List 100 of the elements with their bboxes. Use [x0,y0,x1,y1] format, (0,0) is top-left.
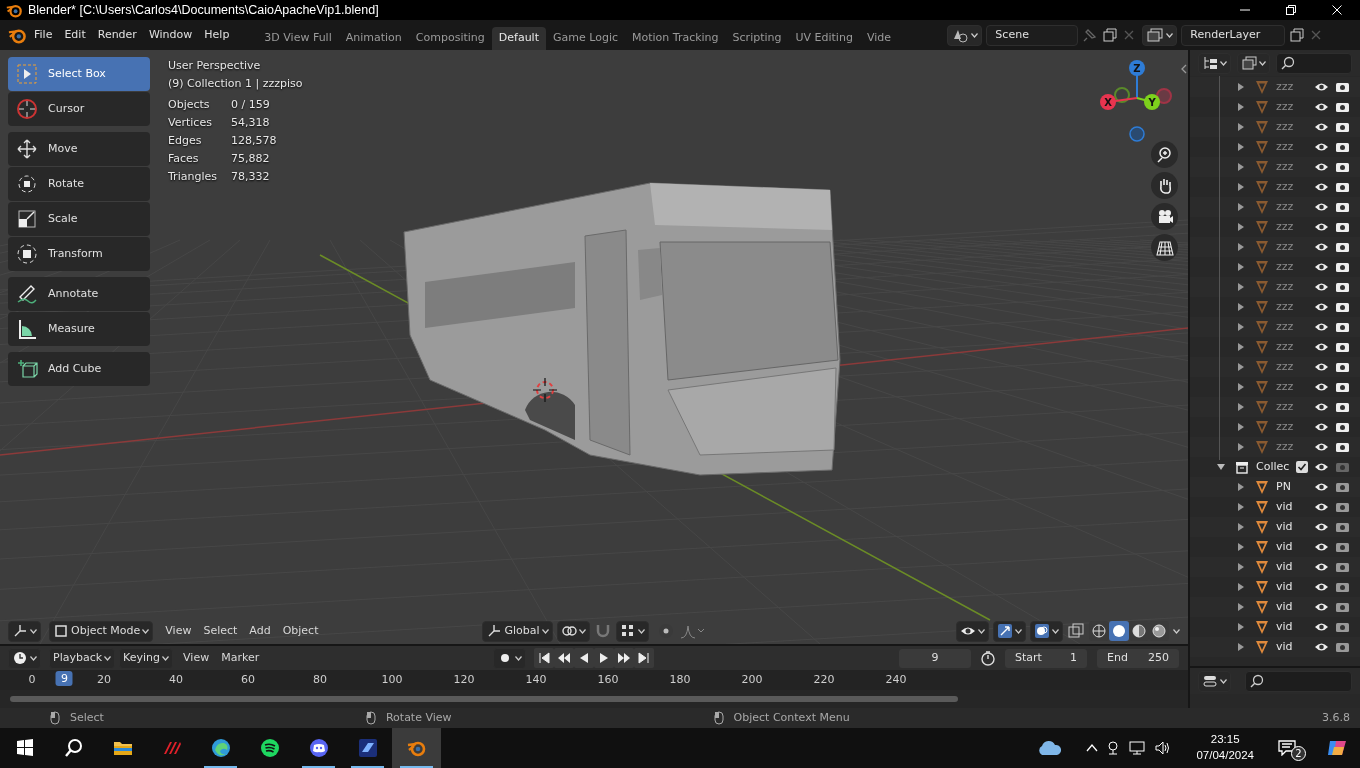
disclosure-triangle-icon[interactable] [1236,622,1246,632]
negative-axis-icon[interactable] [1114,87,1130,103]
camera-icon[interactable] [1335,241,1350,253]
eye-icon[interactable] [1314,81,1329,93]
menu-item[interactable]: Marker [215,649,266,667]
clock[interactable]: 23:15 07/04/2024 [1196,732,1254,764]
workspace-tab[interactable]: 3D View Full [257,27,339,50]
disclosure-triangle-icon[interactable] [1236,402,1246,412]
workspace-tab[interactable]: Compositing [408,27,492,50]
camera-icon[interactable] [1335,101,1350,113]
jump-start-button[interactable] [534,648,555,668]
eye-icon[interactable] [1314,461,1329,473]
zoom-button[interactable] [1151,141,1178,168]
outliner-item-name[interactable]: PN [1276,480,1291,494]
search-field[interactable] [1245,670,1352,692]
view-layer-field[interactable]: RenderLayer [1181,24,1286,46]
outliner-item-name[interactable]: zzz [1276,420,1294,434]
outliner-item-name[interactable]: zzz [1276,140,1294,154]
outliner-item-name[interactable]: zzz [1276,120,1294,134]
tool-button[interactable]: Cursor [8,92,150,126]
outliner-item-name[interactable]: zzz [1276,300,1294,314]
disclosure-triangle-icon[interactable] [1236,502,1246,512]
menu-item[interactable]: View [177,649,216,667]
gizmo-dropdown[interactable] [993,620,1026,642]
tool-button[interactable]: Annotate [8,277,150,311]
camera-icon[interactable] [1335,261,1350,273]
eye-icon[interactable] [1314,581,1329,593]
camera-icon[interactable] [1335,421,1350,433]
outliner-item-name[interactable]: vid [1276,500,1293,514]
end-frame-field[interactable]: End 250 [1096,647,1180,669]
outliner-item-name[interactable]: zzz [1276,240,1294,254]
chevron-up-icon[interactable] [1086,743,1099,753]
layers-dropdown[interactable] [1142,24,1178,46]
tool-button[interactable]: Select Box [8,57,150,91]
camera-icon[interactable] [1335,441,1350,453]
disclosure-triangle-icon[interactable] [1236,282,1246,292]
cloud-icon[interactable] [1036,739,1063,757]
eye-icon[interactable] [1314,481,1329,493]
disclosure-triangle-icon[interactable] [1236,142,1246,152]
disclosure-triangle-icon[interactable] [1236,542,1246,552]
eye-icon[interactable] [1314,161,1329,173]
network-icon[interactable] [1128,740,1147,756]
scene-dropdown[interactable] [947,24,983,46]
collapse-icon[interactable] [1180,64,1188,74]
menu-item[interactable]: Add [243,622,277,640]
eye-icon[interactable] [1314,201,1329,213]
camera-icon[interactable] [1335,301,1350,313]
outliner-item-name[interactable]: zzz [1276,200,1294,214]
duplicate-icon[interactable] [1289,27,1306,43]
outliner-item-name[interactable]: vid [1276,560,1293,574]
eye-icon[interactable] [1314,121,1329,133]
outliner-item-name[interactable]: zzz [1276,440,1294,454]
outliner-item-name[interactable]: vid [1276,600,1293,614]
orientation-dropdown[interactable]: Global [482,620,553,642]
eye-icon[interactable] [1314,601,1329,613]
outliner-item-name[interactable]: zzz [1276,220,1294,234]
eye-icon[interactable] [1314,361,1329,373]
tool-button[interactable]: Move [8,132,150,166]
camera-icon[interactable] [1335,621,1350,633]
timeline-scrollbar[interactable] [10,696,958,702]
disclosure-triangle-icon[interactable] [1236,562,1246,572]
negative-axis-icon[interactable] [1129,126,1145,142]
bus-model-drawing[interactable] [403,182,841,476]
start-frame-field[interactable]: Start 1 [1004,647,1088,669]
outliner-item-name[interactable]: zzz [1276,160,1294,174]
eye-icon[interactable] [1314,301,1329,313]
outliner-item-name[interactable]: vid [1276,540,1293,554]
axis-handle[interactable] [1100,94,1116,110]
grid-button[interactable] [1151,234,1178,261]
xray-icon[interactable] [1067,622,1085,640]
disclosure-triangle-icon[interactable] [1236,442,1246,452]
disclosure-triangle-icon[interactable] [1216,462,1226,472]
eye-icon[interactable] [1314,641,1329,653]
outliner-item-name[interactable]: vid [1276,520,1293,534]
eye-icon[interactable] [1314,341,1329,353]
eye-icon[interactable] [1314,421,1329,433]
disclosure-triangle-icon[interactable] [1236,602,1246,612]
disclosure-triangle-icon[interactable] [1236,642,1246,652]
outliner-item-name[interactable]: zzz [1276,280,1294,294]
menu-item[interactable]: Edit [58,25,92,45]
disclosure-triangle-icon[interactable] [1236,582,1246,592]
disclosure-triangle-icon[interactable] [1236,162,1246,172]
disclosure-triangle-icon[interactable] [1236,482,1246,492]
eye-icon[interactable] [1314,241,1329,253]
outliner-item-name[interactable]: zzz [1276,180,1294,194]
outliner-item-name[interactable]: vid [1276,640,1293,654]
eye-icon[interactable] [1314,521,1329,533]
editor-type-dropdown[interactable] [8,647,41,669]
shading-material-button[interactable] [1129,621,1149,641]
outliner-item-name[interactable]: zzz [1276,400,1294,414]
pivot-dropdown[interactable] [556,620,590,642]
menu-item[interactable]: View [159,622,198,640]
eye-icon[interactable] [1314,381,1329,393]
disclosure-triangle-icon[interactable] [1236,522,1246,532]
disclosure-triangle-icon[interactable] [1236,302,1246,312]
camera-icon[interactable] [1335,281,1350,293]
disclosure-triangle-icon[interactable] [1236,262,1246,272]
camera-icon[interactable] [1335,141,1350,153]
camera-icon[interactable] [1335,401,1350,413]
eye-icon[interactable] [1314,141,1329,153]
